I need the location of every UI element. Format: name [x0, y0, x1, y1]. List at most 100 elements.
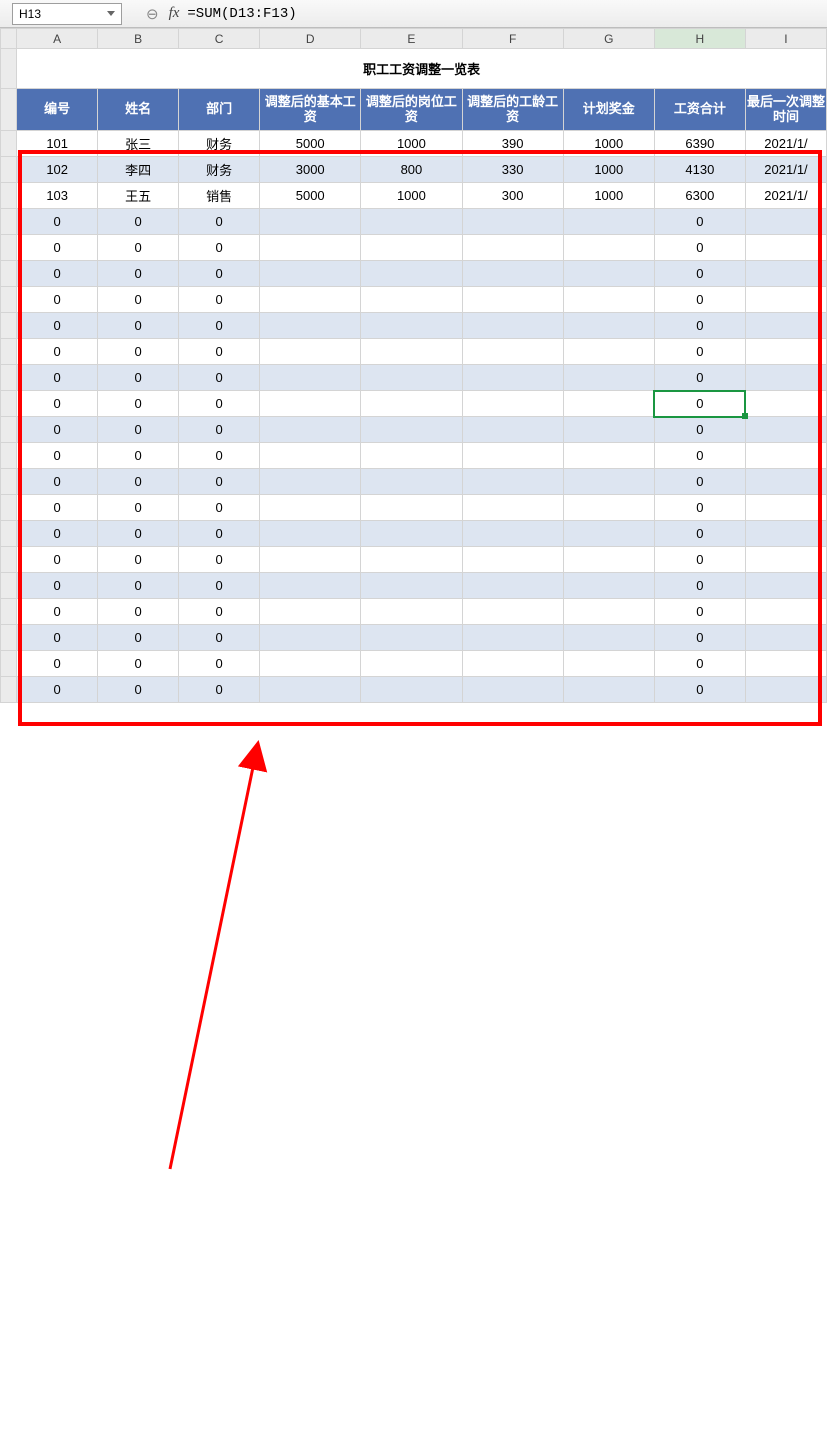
cell[interactable]	[745, 573, 826, 599]
cell[interactable]: 0	[179, 443, 260, 469]
cell[interactable]	[745, 495, 826, 521]
cell[interactable]: 0	[98, 495, 179, 521]
cell[interactable]: 0	[654, 547, 745, 573]
cell[interactable]: 1000	[563, 131, 654, 157]
cell[interactable]	[745, 391, 826, 417]
cell[interactable]	[361, 443, 462, 469]
cell[interactable]: 0	[654, 313, 745, 339]
cell[interactable]	[260, 417, 361, 443]
cell[interactable]	[563, 261, 654, 287]
cell[interactable]: 0	[179, 469, 260, 495]
cell[interactable]: 0	[179, 391, 260, 417]
cell[interactable]	[563, 339, 654, 365]
cell[interactable]: 0	[17, 625, 98, 651]
cell[interactable]	[361, 573, 462, 599]
row-header[interactable]	[1, 521, 17, 547]
column-header-I[interactable]: I	[745, 29, 826, 49]
row-header[interactable]	[1, 287, 17, 313]
cell[interactable]: 0	[98, 599, 179, 625]
cell[interactable]	[563, 599, 654, 625]
spreadsheet-grid[interactable]: ABCDEFGHI职工工资调整一览表编号姓名部门调整后的基本工资调整后的岗位工资…	[0, 28, 827, 703]
cell[interactable]: 2021/1/	[745, 157, 826, 183]
name-box[interactable]: H13	[12, 3, 122, 25]
cell[interactable]: 0	[17, 495, 98, 521]
cell[interactable]: 0	[179, 365, 260, 391]
cell[interactable]: 0	[98, 235, 179, 261]
cell[interactable]: 0	[17, 599, 98, 625]
cell[interactable]: 0	[179, 417, 260, 443]
cell[interactable]: 0	[179, 677, 260, 703]
row-header[interactable]	[1, 209, 17, 235]
formula-input[interactable]	[187, 3, 827, 25]
cell[interactable]: 6300	[654, 183, 745, 209]
column-header-F[interactable]: F	[462, 29, 563, 49]
cell[interactable]: 0	[654, 521, 745, 547]
cell[interactable]: 0	[654, 235, 745, 261]
cell[interactable]: 0	[654, 261, 745, 287]
cell[interactable]	[462, 261, 563, 287]
cell[interactable]	[260, 261, 361, 287]
row-header[interactable]	[1, 417, 17, 443]
cell[interactable]: 0	[17, 521, 98, 547]
cell[interactable]	[361, 209, 462, 235]
table-header[interactable]: 计划奖金	[563, 89, 654, 131]
row-header[interactable]	[1, 391, 17, 417]
cell[interactable]: 0	[17, 469, 98, 495]
cell[interactable]	[260, 677, 361, 703]
cell[interactable]	[563, 443, 654, 469]
cell[interactable]	[462, 625, 563, 651]
cell[interactable]: 0	[17, 313, 98, 339]
cell[interactable]: 1000	[563, 157, 654, 183]
select-all-corner[interactable]	[1, 29, 17, 49]
cell[interactable]	[260, 651, 361, 677]
cell[interactable]	[745, 651, 826, 677]
cell[interactable]: 0	[17, 209, 98, 235]
cell[interactable]: 4130	[654, 157, 745, 183]
cell[interactable]	[462, 547, 563, 573]
cell[interactable]	[361, 287, 462, 313]
cell[interactable]	[361, 365, 462, 391]
cell[interactable]	[260, 313, 361, 339]
cell[interactable]	[260, 287, 361, 313]
cell[interactable]: 0	[179, 521, 260, 547]
cell[interactable]: 6390	[654, 131, 745, 157]
cell[interactable]: 0	[98, 443, 179, 469]
cell[interactable]: 0	[17, 547, 98, 573]
cell[interactable]	[361, 261, 462, 287]
column-header-D[interactable]: D	[260, 29, 361, 49]
row-header[interactable]	[1, 365, 17, 391]
cell[interactable]: 0	[654, 625, 745, 651]
cell[interactable]: 3000	[260, 157, 361, 183]
cell[interactable]	[462, 599, 563, 625]
cell[interactable]: 0	[654, 287, 745, 313]
cell[interactable]: 0	[98, 625, 179, 651]
cell[interactable]	[260, 469, 361, 495]
cell[interactable]: 0	[98, 391, 179, 417]
cell[interactable]: 300	[462, 183, 563, 209]
cell[interactable]	[462, 313, 563, 339]
cell[interactable]	[745, 677, 826, 703]
cell[interactable]: 0	[98, 261, 179, 287]
cell[interactable]	[260, 547, 361, 573]
cell[interactable]: 0	[654, 495, 745, 521]
cell[interactable]	[260, 625, 361, 651]
cell[interactable]	[563, 495, 654, 521]
cell[interactable]: 0	[179, 261, 260, 287]
cell[interactable]: 0	[179, 625, 260, 651]
cell[interactable]: 0	[179, 313, 260, 339]
row-header[interactable]	[1, 131, 17, 157]
cell[interactable]: 0	[98, 521, 179, 547]
cell[interactable]: 0	[98, 365, 179, 391]
cell[interactable]	[361, 339, 462, 365]
table-header[interactable]: 部门	[179, 89, 260, 131]
cell[interactable]	[361, 521, 462, 547]
cell[interactable]	[745, 599, 826, 625]
cell[interactable]	[563, 209, 654, 235]
row-header[interactable]	[1, 157, 17, 183]
cell[interactable]: 0	[17, 417, 98, 443]
row-header[interactable]	[1, 183, 17, 209]
cell[interactable]: 0	[654, 651, 745, 677]
cell[interactable]	[745, 235, 826, 261]
cell[interactable]	[260, 495, 361, 521]
cell[interactable]	[563, 287, 654, 313]
